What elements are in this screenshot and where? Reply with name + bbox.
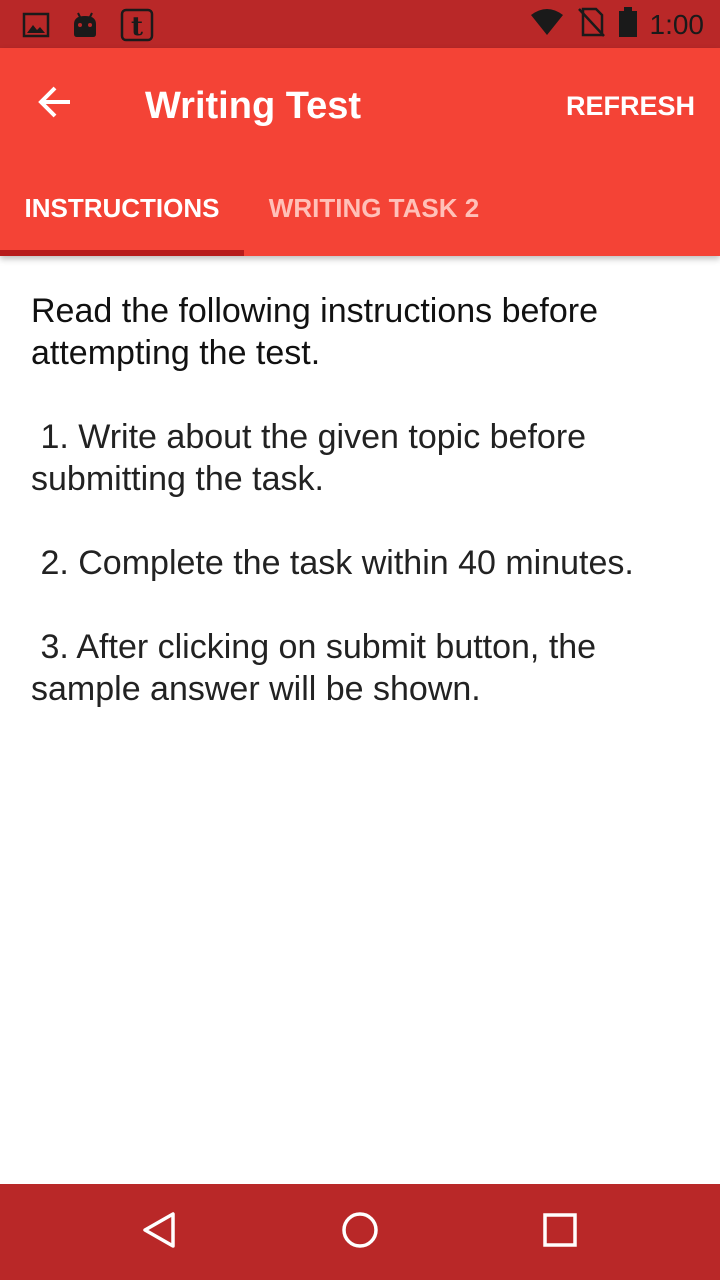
svg-text:t: t [131, 12, 143, 42]
back-nav-icon [140, 1210, 180, 1255]
nav-recents-button[interactable] [536, 1208, 584, 1256]
tab-bar: INSTRUCTIONS WRITING TASK 2 [0, 160, 720, 256]
instruction-item-2: 2. Complete the task within 40 minutes. [31, 544, 634, 582]
app-bar: Writing Test REFRESH INSTRUCTIONS WRITIN… [0, 48, 720, 256]
wifi-icon [530, 7, 564, 42]
home-icon [340, 1210, 380, 1255]
android-icon [70, 10, 100, 45]
status-right-icons: 1:00 [530, 6, 705, 43]
refresh-button[interactable]: REFRESH [566, 88, 695, 124]
recents-icon [540, 1210, 580, 1255]
status-left-icons: t [22, 8, 154, 47]
back-button[interactable] [28, 76, 84, 132]
tab-writing-task-2[interactable]: WRITING TASK 2 [244, 160, 504, 256]
status-time: 1:00 [649, 8, 705, 40]
tab-indicator [0, 250, 244, 256]
image-icon [22, 11, 50, 44]
tab-instructions[interactable]: INSTRUCTIONS [0, 160, 244, 256]
arrow-back-icon [38, 84, 74, 125]
instructions-heading: Read the following instructions before a… [31, 292, 598, 372]
navigation-bar [0, 1184, 720, 1280]
nav-home-button[interactable] [336, 1208, 384, 1256]
page-title: Writing Test [145, 85, 362, 127]
screen: t 1:00 Writing Test REFRESH INSTRUCTIONS… [0, 0, 720, 1280]
battery-icon [618, 6, 638, 43]
instruction-item-3: 3. After clicking on submit button, the … [31, 628, 606, 708]
tumblr-icon: t [120, 8, 154, 47]
instruction-item-1: 1. Write about the given topic before su… [31, 418, 596, 498]
status-bar: t 1:00 [0, 0, 720, 48]
nav-back-button[interactable] [136, 1208, 184, 1256]
instructions-content: Read the following instructions before a… [31, 290, 691, 752]
no-sim-icon [576, 6, 606, 43]
